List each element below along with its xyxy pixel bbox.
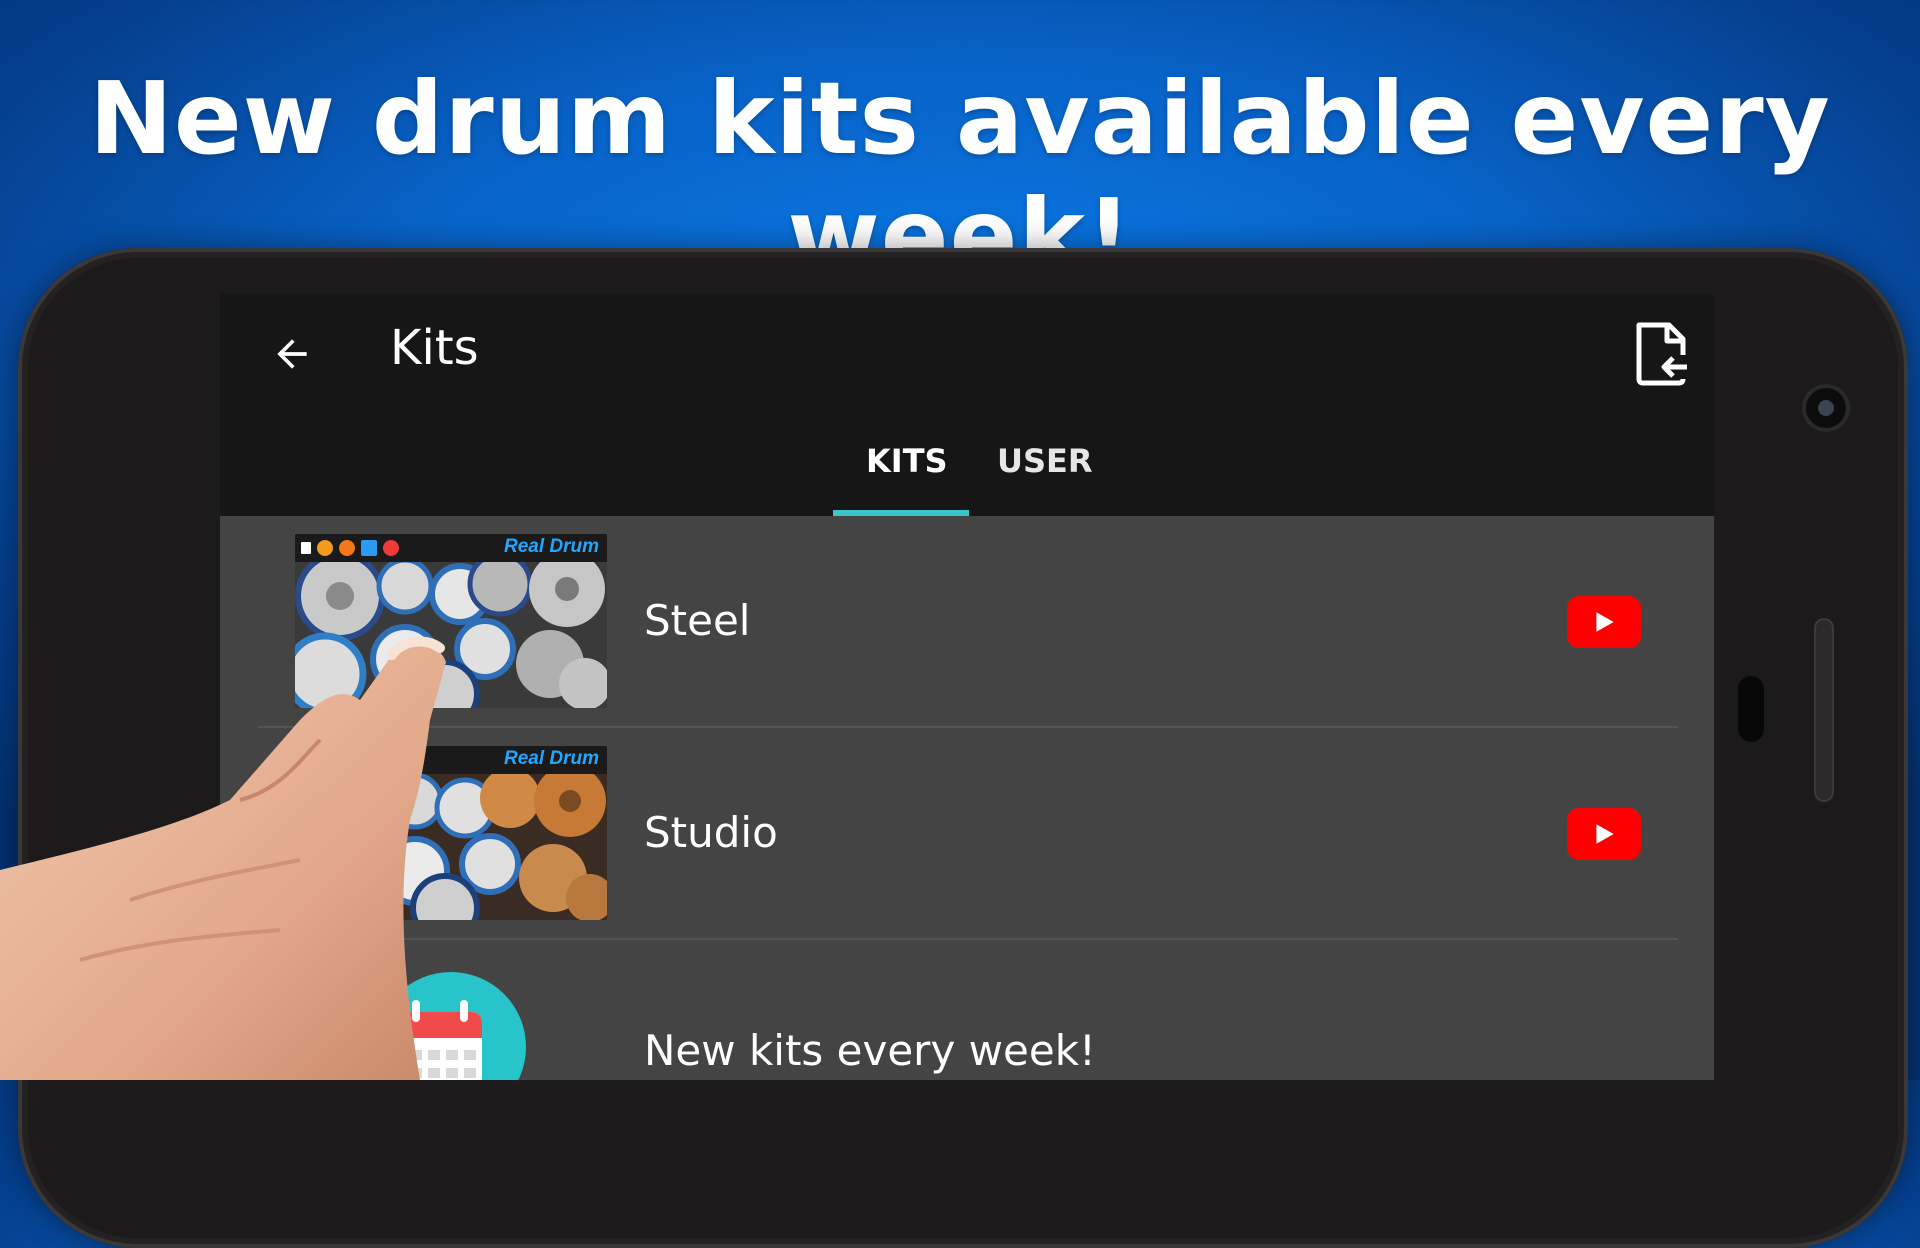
phone-speaker: [1738, 676, 1764, 742]
kit-row-steel[interactable]: Real Drum Steel: [220, 516, 1714, 728]
promo-row[interactable]: New kits every week!: [220, 940, 1714, 1080]
kit-thumbnail-steel: Real Drum: [295, 534, 607, 708]
thumbnail-toolbar: Real Drum: [295, 746, 607, 774]
video-button[interactable]: [1567, 596, 1641, 648]
app-bar: Kits KITS USER: [220, 294, 1714, 516]
back-button[interactable]: [262, 324, 322, 384]
file-import-icon: [1636, 322, 1689, 386]
calendar-icon: [398, 1000, 482, 1080]
thumbnail-brand: Real Drum: [503, 748, 599, 769]
promo-label: New kits every week!: [644, 1026, 1096, 1075]
thumbnail-toolbar: Real Drum: [295, 534, 607, 562]
kit-name: Steel: [644, 596, 751, 645]
tab-kits[interactable]: KITS: [866, 442, 948, 480]
phone-camera: [1806, 388, 1846, 428]
calendar-badge: [376, 972, 526, 1080]
tab-user[interactable]: USER: [997, 442, 1093, 480]
page-title: Kits: [390, 320, 479, 376]
kit-name: Studio: [644, 808, 778, 857]
phone-side-button: [1814, 618, 1834, 802]
youtube-play-icon: [1596, 824, 1614, 844]
arrow-left-icon: [277, 339, 307, 369]
kit-thumbnail-studio: Real Drum: [295, 746, 607, 920]
import-kit-button[interactable]: [1626, 316, 1696, 392]
kit-row-studio[interactable]: Real Drum Studio: [220, 728, 1714, 940]
app-screen: Kits KITS USER Real Drum Steel Real Drum…: [220, 294, 1714, 1080]
youtube-play-icon: [1596, 612, 1614, 632]
thumbnail-brand: Real Drum: [503, 536, 599, 557]
video-button[interactable]: [1567, 808, 1641, 860]
